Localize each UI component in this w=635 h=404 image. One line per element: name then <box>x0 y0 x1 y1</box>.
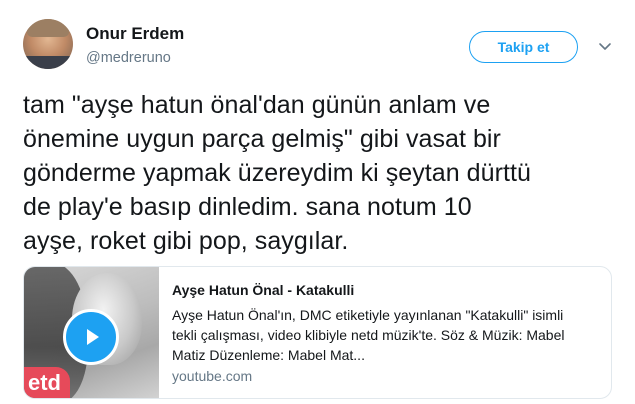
tweet-line: ayşe, roket gibi pop, saygılar. <box>23 227 349 255</box>
tweet-line: önemine uygun parça gelmiş" gibi vasat b… <box>23 125 501 153</box>
tweet-line: de play'e basıp dinledim. sana notum 10 <box>23 193 472 221</box>
card-description: Ayşe Hatun Önal'ın, DMC etiketiyle yayın… <box>172 305 600 365</box>
avatar[interactable] <box>23 19 73 69</box>
card-thumbnail[interactable]: etd <box>24 267 159 398</box>
author-handle[interactable]: @medreruno <box>86 50 171 66</box>
card-description-line: Matiz Düzenleme: Mabel Mat... <box>172 347 365 363</box>
tweet-text: tam "ayşe hatun önal'dan günün anlam ve … <box>23 88 623 258</box>
avatar-hair <box>27 19 69 37</box>
card-title[interactable]: Ayşe Hatun Önal - Katakulli <box>172 282 354 298</box>
tweet-line: tam "ayşe hatun önal'dan günün anlam ve <box>23 91 491 119</box>
avatar-shirt <box>23 56 73 69</box>
chevron-down-icon[interactable] <box>597 38 613 54</box>
card-domain: youtube.com <box>172 368 253 384</box>
card-description-line: Ayşe Hatun Önal'ın, DMC etiketiyle yayın… <box>172 307 564 323</box>
follow-button[interactable]: Takip et <box>469 31 578 63</box>
link-card[interactable]: etd Ayşe Hatun Önal - Katakulli Ayşe Hat… <box>23 266 612 399</box>
card-description-line: tekli çalışması, video klibiyle netd müz… <box>172 327 565 343</box>
tweet-line: gönderme yapmak üzereydim ki şeytan dürt… <box>23 159 531 187</box>
netd-logo: etd <box>24 367 70 398</box>
author-display-name[interactable]: Onur Erdem <box>86 24 184 44</box>
play-icon[interactable] <box>63 309 119 365</box>
